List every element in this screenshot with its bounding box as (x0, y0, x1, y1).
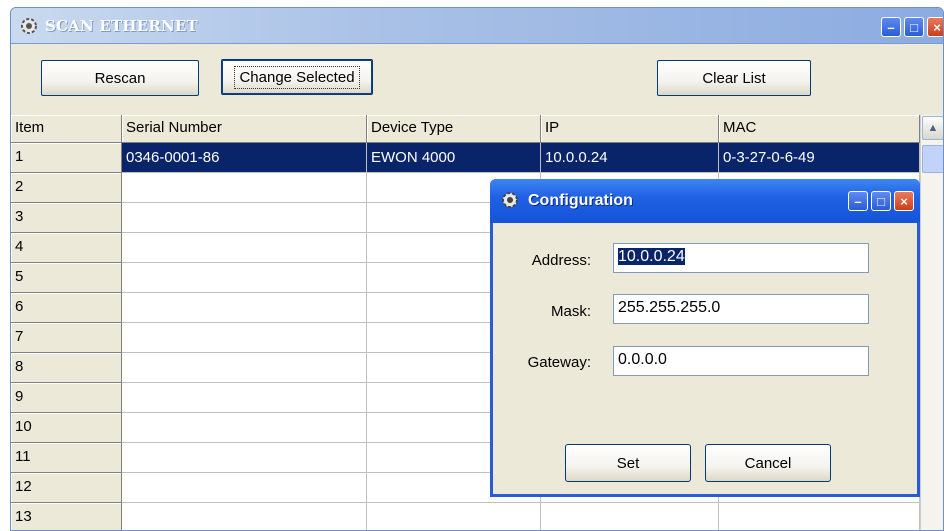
cell-serial[interactable] (122, 443, 367, 473)
column-header-type[interactable]: Device Type (367, 115, 541, 143)
window-title: SCAN ETHERNET (45, 17, 198, 35)
row-header[interactable]: 5 (11, 263, 122, 293)
address-field[interactable]: 10.0.0.24 (613, 243, 869, 273)
dialog-titlebar[interactable]: Configuration – □ × (490, 179, 920, 223)
row-header[interactable]: 6 (11, 293, 122, 323)
rescan-button[interactable]: Rescan (41, 60, 199, 96)
scroll-up-icon[interactable]: ▲ (922, 116, 943, 140)
close-button[interactable]: × (927, 17, 943, 37)
address-label: Address: (531, 252, 591, 269)
row-header[interactable]: 2 (11, 173, 122, 203)
row-header[interactable]: 1 (11, 143, 122, 173)
set-button[interactable]: Set (565, 444, 691, 482)
cell-serial[interactable] (122, 323, 367, 353)
configuration-dialog: Configuration – □ × Address: 10.0.0.24 M… (490, 179, 920, 497)
cell-type[interactable]: EWON 4000 (367, 143, 541, 173)
gear-icon (502, 192, 518, 208)
cell-serial[interactable] (122, 383, 367, 413)
cell-type[interactable] (367, 503, 541, 530)
column-header-item[interactable]: Item (11, 115, 122, 143)
vertical-scrollbar[interactable]: ▲ (920, 115, 943, 530)
cell-mac[interactable]: 0-3-27-0-6-49 (719, 143, 920, 173)
mask-label: Mask: (550, 303, 591, 320)
cell-serial[interactable] (122, 173, 367, 203)
maximize-button[interactable]: □ (904, 17, 924, 37)
address-value: 10.0.0.24 (618, 248, 685, 265)
column-header-mac[interactable]: MAC (719, 115, 920, 143)
cell-serial[interactable] (122, 293, 367, 323)
cell-mac[interactable] (719, 503, 920, 530)
row-header[interactable]: 11 (11, 443, 122, 473)
column-header-ip[interactable]: IP (541, 115, 719, 143)
cell-serial[interactable] (122, 473, 367, 503)
dialog-minimize-button[interactable]: – (848, 191, 868, 211)
cell-serial[interactable]: 0346-0001-86 (122, 143, 367, 173)
mask-value: 255.255.255.0 (618, 299, 721, 316)
cell-serial[interactable] (122, 503, 367, 530)
cell-ip[interactable] (541, 503, 719, 530)
cancel-button[interactable]: Cancel (705, 444, 831, 482)
row-header[interactable]: 3 (11, 203, 122, 233)
cell-serial[interactable] (122, 233, 367, 263)
change-selected-button[interactable]: Change Selected (221, 59, 373, 95)
row-header[interactable]: 8 (11, 353, 122, 383)
window-titlebar[interactable]: SCAN ETHERNET – □ × (11, 8, 943, 44)
gateway-value: 0.0.0.0 (618, 351, 667, 368)
row-header[interactable]: 9 (11, 383, 122, 413)
minimize-button[interactable]: – (881, 17, 901, 37)
gateway-label: Gateway: (527, 354, 591, 371)
cell-serial[interactable] (122, 353, 367, 383)
row-header[interactable]: 13 (11, 503, 122, 530)
column-header-serial[interactable]: Serial Number (122, 115, 367, 143)
dialog-maximize-button[interactable]: □ (871, 191, 891, 211)
row-header[interactable]: 10 (11, 413, 122, 443)
cell-serial[interactable] (122, 203, 367, 233)
gateway-field[interactable]: 0.0.0.0 (613, 346, 869, 376)
dialog-title: Configuration (528, 192, 633, 209)
cell-serial[interactable] (122, 263, 367, 293)
scroll-thumb[interactable] (922, 145, 943, 173)
row-header[interactable]: 4 (11, 233, 122, 263)
cell-ip[interactable]: 10.0.0.24 (541, 143, 719, 173)
gear-icon (21, 18, 37, 34)
cell-serial[interactable] (122, 413, 367, 443)
row-header[interactable]: 7 (11, 323, 122, 353)
mask-field[interactable]: 255.255.255.0 (613, 294, 869, 324)
row-header[interactable]: 12 (11, 473, 122, 503)
dialog-close-button[interactable]: × (894, 191, 914, 211)
clear-list-button[interactable]: Clear List (657, 60, 811, 96)
